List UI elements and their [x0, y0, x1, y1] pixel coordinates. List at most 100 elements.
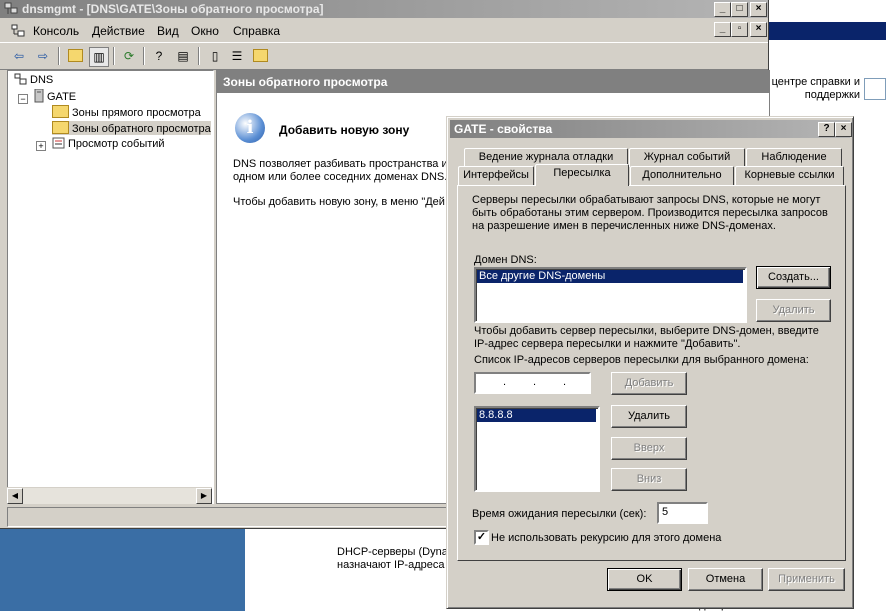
tree-label: Просмотр событий	[68, 138, 165, 150]
scroll-right-icon[interactable]: ▶	[196, 488, 212, 504]
up-folder-icon[interactable]	[66, 47, 84, 65]
hint-text: IP-адрес сервера пересылки и нажмите "До…	[474, 338, 741, 350]
ok-button[interactable]: OK	[607, 568, 682, 591]
help-text: центре справки и поддержки	[772, 76, 860, 102]
list-item-ip[interactable]: 8.8.8.8	[477, 409, 596, 422]
delete-domain-button[interactable]: Удалить	[756, 299, 831, 322]
create-domain-button[interactable]: Создать...	[756, 266, 831, 289]
ip-address-input[interactable]: ...	[474, 372, 591, 394]
description-text: на разрешение имен в перечисленных ниже …	[472, 220, 776, 232]
toolbar-separator	[58, 47, 60, 65]
back-arrow-icon[interactable]: ⇦	[10, 47, 28, 65]
move-up-button[interactable]: Вверх	[611, 437, 687, 460]
console-tree: DNS − GATE Зоны прямого просмотра Зоны о…	[7, 70, 214, 504]
refresh-icon[interactable]: ⟳	[120, 47, 138, 65]
new-zone-icon[interactable]	[251, 47, 269, 65]
tab-interfaces[interactable]: Интерфейсы	[458, 166, 534, 185]
tree-node-forward-zones[interactable]: Зоны прямого просмотра	[52, 105, 201, 119]
dialog-title-bar: GATE - свойства ? ×	[450, 120, 852, 138]
maximize-button[interactable]: □	[731, 2, 748, 17]
toolbar-separator	[198, 47, 200, 65]
apply-button[interactable]: Применить	[768, 568, 845, 591]
delete-forwarder-button[interactable]: Удалить	[611, 405, 687, 428]
details-text: одном или более соседних доменах DNS.	[233, 171, 448, 183]
server-icon	[34, 88, 44, 103]
dns-domain-list[interactable]: Все другие DNS-домены	[474, 267, 747, 323]
toolbar-separator	[113, 47, 115, 65]
tab-advanced[interactable]: Дополнительно	[630, 166, 734, 185]
tree-node-dns[interactable]: DNS	[14, 73, 53, 86]
ip-list-label: Список IP-адресов серверов пересылки для…	[474, 354, 809, 366]
info-icon: i	[235, 113, 265, 143]
timeout-label: Время ожидания пересылки (сек):	[472, 508, 647, 520]
help-text-line: поддержки	[804, 89, 860, 101]
close-button[interactable]: ×	[750, 2, 767, 17]
dhcp-text-line: DHCP-серверы (Dynam	[337, 546, 457, 558]
child-restore-button[interactable]: ▫	[731, 22, 748, 37]
help-search-input[interactable]	[864, 78, 886, 100]
tab-monitoring[interactable]: Наблюдение	[746, 148, 842, 167]
menu-view[interactable]: Вид	[157, 24, 179, 38]
details-text: Чтобы добавить новую зону, в меню "Дей	[233, 196, 445, 208]
window-title: dnsmgmt - [DNS\GATE\Зоны обратного просм…	[22, 2, 324, 16]
expand-icon[interactable]: +	[36, 141, 46, 151]
dialog-title: GATE - свойства	[454, 122, 553, 136]
help-text-line: центре справки и	[771, 76, 860, 88]
folder-icon	[52, 105, 69, 118]
forwarder-ip-list[interactable]: 8.8.8.8	[474, 406, 600, 492]
add-forwarder-button[interactable]: Добавить	[611, 372, 687, 395]
move-down-button[interactable]: Вниз	[611, 468, 687, 491]
tree-label: GATE	[47, 91, 77, 103]
menu-console[interactable]: Консоль	[33, 24, 79, 38]
folder-icon	[52, 121, 69, 134]
tree-node-gate[interactable]: GATE	[34, 88, 77, 103]
minimize-button[interactable]: _	[714, 2, 731, 17]
description-text: Серверы пересылки обрабатывают запросы D…	[472, 194, 821, 206]
child-minimize-button[interactable]: _	[714, 22, 731, 37]
tree-horizontal-scrollbar[interactable]: ◀ ▶	[7, 487, 212, 504]
event-viewer-icon	[52, 137, 65, 149]
properties-dialog: GATE - свойства ? × Ведение журнала отла…	[446, 116, 854, 609]
tab-forwarders[interactable]: Пересылка	[535, 164, 629, 186]
properties-icon[interactable]: ▤	[174, 47, 192, 65]
server-icon[interactable]: ▯	[206, 47, 224, 65]
tree-label: DNS	[30, 74, 54, 86]
no-recursion-label: Не использовать рекурсию для этого домен…	[491, 532, 722, 544]
details-header: Зоны обратного просмотра	[217, 71, 769, 93]
menu-window[interactable]: Окно	[191, 24, 219, 38]
help-topic-icon[interactable]: ?	[150, 47, 168, 65]
tree-label: Зоны прямого просмотра	[72, 107, 201, 119]
list-item-all-domains[interactable]: Все другие DNS-домены	[477, 270, 743, 283]
console-menu-icon[interactable]	[10, 24, 26, 38]
mmc-title-bar: dnsmgmt - [DNS\GATE\Зоны обратного просм…	[0, 0, 768, 18]
child-close-button[interactable]: ×	[750, 22, 767, 37]
menu-help[interactable]: Справка	[233, 24, 280, 38]
toolbar-separator	[143, 47, 145, 65]
details-text: DNS позволяет разбивать пространства и	[233, 158, 448, 170]
description-text: быть обработаны этим сервером. Производи…	[472, 207, 828, 219]
tab-root-hints[interactable]: Корневые ссылки	[735, 166, 844, 185]
log-icon[interactable]: ☰	[228, 47, 246, 65]
scroll-left-icon[interactable]: ◀	[7, 488, 23, 504]
tree-node-reverse-zones[interactable]: Зоны обратного просмотра	[52, 121, 211, 135]
add-zone-heading[interactable]: Добавить новую зону	[279, 123, 409, 137]
collapse-icon[interactable]: −	[18, 94, 28, 104]
no-recursion-checkbox[interactable]: ✓	[474, 530, 489, 545]
toolbar: ⇦ ⇨ ▥ ⟳ ? ▤ ▯ ☰	[0, 42, 768, 70]
hint-text: Чтобы добавить сервер пересылки, выберит…	[474, 325, 819, 337]
dns-icon	[14, 73, 27, 85]
tree-label: Зоны обратного просмотра	[72, 123, 211, 135]
show-tree-icon[interactable]: ▥	[89, 47, 109, 67]
tree-node-event-viewer[interactable]: Просмотр событий	[52, 137, 165, 150]
help-button[interactable]: ?	[818, 122, 835, 137]
details-header-title: Зоны обратного просмотра	[223, 75, 388, 89]
tab-event-logging[interactable]: Журнал событий	[629, 148, 745, 167]
forward-arrow-icon[interactable]: ⇨	[34, 47, 52, 65]
dhcp-text-line: назначают IP-адреса	[337, 559, 445, 571]
dialog-close-button[interactable]: ×	[835, 122, 852, 137]
dns-console-icon	[4, 2, 18, 14]
dhcp-description: DHCP-серверы (Dynam назначают IP-адреса	[337, 546, 457, 572]
cancel-button[interactable]: Отмена	[688, 568, 763, 591]
menu-action[interactable]: Действие	[92, 24, 145, 38]
timeout-input[interactable]: 5	[657, 502, 708, 524]
